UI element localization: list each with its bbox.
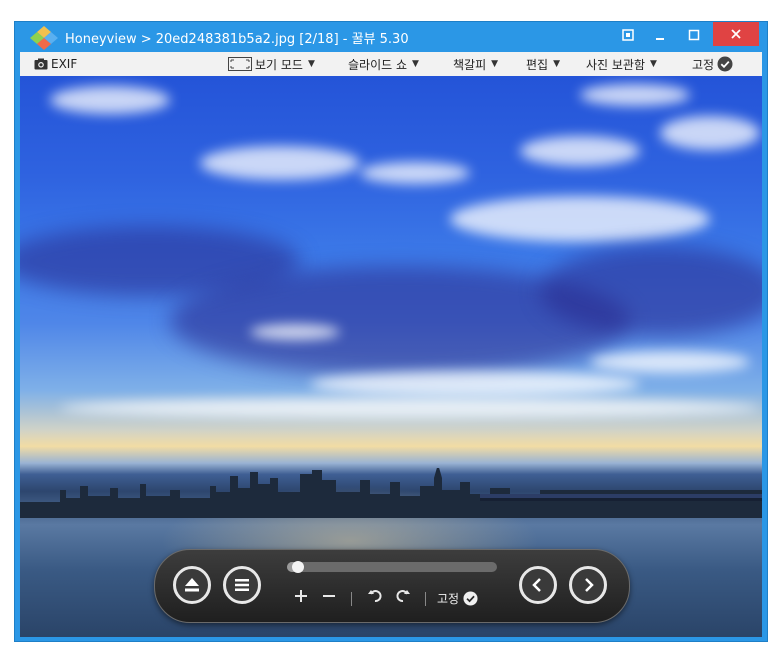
control-panel: 고정 xyxy=(154,549,630,623)
bookmark-label: 책갈피 xyxy=(453,57,487,72)
eject-icon xyxy=(185,578,199,592)
close-icon xyxy=(731,29,741,39)
check-circle-icon xyxy=(463,591,478,606)
slideshow-label: 슬라이드 쇼 xyxy=(348,57,408,72)
cloud-shape xyxy=(450,196,710,242)
window-title: Honeyview > 20ed248381b5a2.jpg [2/18] - … xyxy=(65,32,409,47)
cloud-shape xyxy=(250,324,340,340)
photo-album-menu[interactable]: 사진 보관함 ▼ xyxy=(586,52,657,76)
maximize-icon xyxy=(688,29,700,41)
chevron-left-icon xyxy=(532,578,541,592)
control-divider xyxy=(425,592,426,606)
exif-button[interactable]: EXIF xyxy=(34,52,77,76)
previous-image-button[interactable] xyxy=(519,566,557,604)
close-button[interactable] xyxy=(713,22,759,46)
check-circle-icon xyxy=(717,56,733,72)
view-mode-menu[interactable]: 보기 모드 ▼ xyxy=(228,52,315,76)
cloud-shape xyxy=(310,371,640,397)
chevron-right-icon xyxy=(585,578,594,592)
hamburger-icon xyxy=(235,579,249,591)
eject-button[interactable] xyxy=(173,566,211,604)
cloud-shape xyxy=(590,351,750,373)
dropdown-triangle-icon: ▼ xyxy=(553,59,561,69)
menu-button[interactable] xyxy=(223,566,261,604)
cloud-shape xyxy=(580,84,690,106)
cloud-shape xyxy=(50,86,170,114)
cloud-shape xyxy=(360,162,470,184)
cloud-shape xyxy=(520,136,640,166)
pin-button[interactable]: 고정 xyxy=(692,52,733,76)
minimize-button[interactable] xyxy=(643,22,677,48)
zoom-in-button[interactable] xyxy=(293,588,309,604)
maximize-button[interactable] xyxy=(677,22,711,48)
exif-label: EXIF xyxy=(51,57,78,71)
progress-slider[interactable] xyxy=(287,561,497,573)
control-divider xyxy=(351,592,352,606)
dropdown-triangle-icon: ▼ xyxy=(307,59,315,69)
dropdown-triangle-icon: ▼ xyxy=(650,59,657,69)
plus-icon xyxy=(295,590,307,602)
photo-album-label: 사진 보관함 xyxy=(586,57,646,72)
view-mode-icon xyxy=(228,57,252,71)
minus-icon xyxy=(323,595,335,597)
honeyview-logo-icon xyxy=(30,26,58,50)
camera-icon xyxy=(34,58,48,70)
pin-label: 고정 xyxy=(692,57,715,72)
rotate-right-icon xyxy=(396,590,410,602)
slideshow-menu[interactable]: 슬라이드 쇼 ▼ xyxy=(348,52,419,76)
edit-menu[interactable]: 편집 ▼ xyxy=(526,52,560,76)
fullscreen-button[interactable] xyxy=(613,22,643,48)
minimize-icon xyxy=(656,38,664,40)
next-image-button[interactable] xyxy=(569,566,607,604)
titlebar[interactable]: Honeyview > 20ed248381b5a2.jpg [2/18] - … xyxy=(15,22,767,52)
view-mode-label: 보기 모드 xyxy=(255,57,303,72)
dropdown-triangle-icon: ▼ xyxy=(491,59,499,69)
pin-toggle-label: 고정 xyxy=(437,592,460,606)
menubar: EXIF 보기 모드 ▼ 슬라이드 쇼 ▼ 책갈피 ▼ 편집 ▼ 사진 보관함 … xyxy=(20,52,762,76)
progress-knob[interactable] xyxy=(291,561,304,573)
rotate-left-icon xyxy=(368,590,382,602)
dropdown-triangle-icon: ▼ xyxy=(412,59,419,69)
pin-toggle[interactable]: 고정 xyxy=(437,590,478,607)
cloud-shape xyxy=(60,398,760,418)
zoom-out-button[interactable] xyxy=(321,588,337,604)
city-skyline xyxy=(20,468,762,518)
rotate-left-button[interactable] xyxy=(367,588,383,604)
fullscreen-icon xyxy=(622,29,634,41)
rotate-right-button[interactable] xyxy=(395,588,411,604)
edit-label: 편집 xyxy=(526,57,549,72)
cloud-shape xyxy=(200,146,360,180)
app-window: Honeyview > 20ed248381b5a2.jpg [2/18] - … xyxy=(14,21,768,642)
bookmark-menu[interactable]: 책갈피 ▼ xyxy=(453,52,498,76)
cloud-shape xyxy=(660,116,760,150)
